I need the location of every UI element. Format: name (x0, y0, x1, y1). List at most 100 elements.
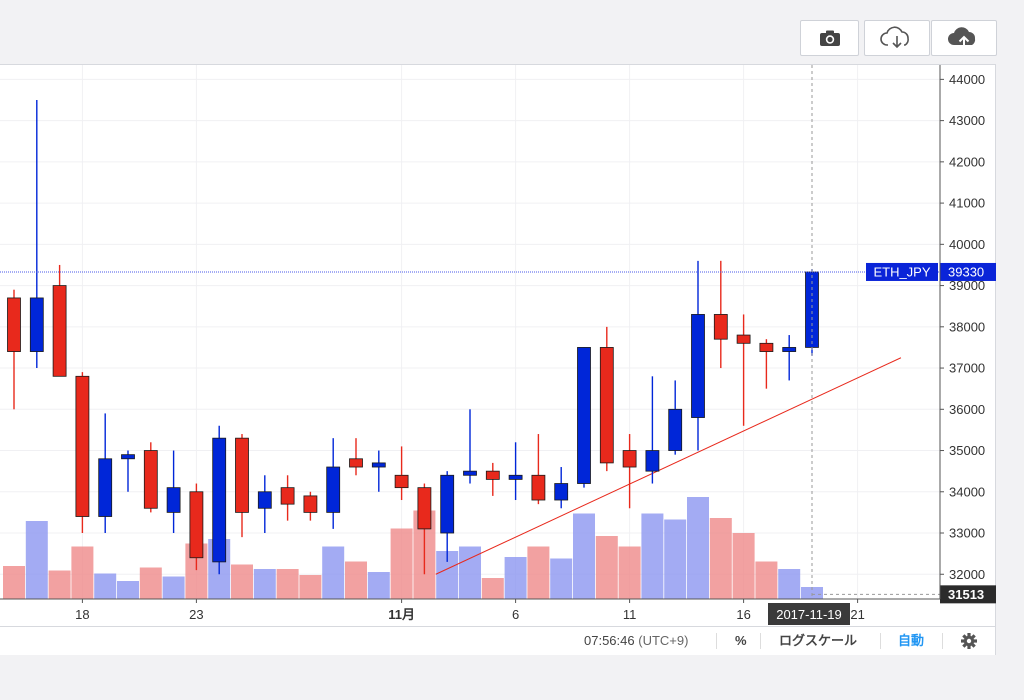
volume-bar (550, 558, 573, 599)
y-tick-label: 41000 (949, 196, 985, 211)
candle-body (645, 450, 660, 472)
price-axis[interactable]: 32000 33000 34000 35000 36000 37000 38000 39000… (939, 65, 985, 599)
volume-bar (231, 564, 253, 599)
log-scale-toggle[interactable]: ログスケール (779, 627, 857, 655)
candle-body (52, 285, 67, 377)
volume-bar (117, 581, 139, 599)
volume-bar (139, 567, 162, 599)
x-tick-label: 21 (850, 607, 864, 622)
y-tick-label: 44000 (949, 72, 985, 87)
volume-bar (664, 519, 687, 599)
cursor-date-label: 2017-11-19 (776, 607, 842, 622)
candle-body (440, 474, 455, 534)
candle-body (349, 458, 363, 468)
y-tick-label: 39000 (949, 278, 985, 293)
volume-bar (276, 569, 299, 599)
divider (716, 633, 717, 649)
volume-bar (641, 513, 664, 599)
candle-body (691, 314, 705, 418)
candle-body (326, 466, 341, 513)
x-tick-label: 16 (736, 607, 750, 622)
volume-bar (595, 536, 618, 599)
price-overlays: ETH_JPY 39330315132017-11-19 (0, 65, 996, 625)
candle-body (303, 495, 318, 513)
candle-body (736, 334, 751, 344)
load-chart-button[interactable] (864, 20, 930, 56)
y-tick-label: 38000 (949, 319, 985, 334)
x-tick-label: 11月 (388, 607, 415, 622)
save-chart-button[interactable] (931, 20, 997, 56)
settings-button[interactable] (960, 627, 978, 655)
candle-body (7, 297, 21, 352)
camera-icon (819, 30, 840, 46)
price-chart[interactable]: ETH_JPY 39330315132017-11-19 320003300034… (0, 65, 996, 627)
candle-body (212, 437, 227, 563)
candle-body (759, 342, 774, 352)
divider (760, 633, 761, 649)
volume-bar (618, 546, 641, 599)
volume-bar (527, 546, 550, 599)
volume-bar (390, 528, 413, 599)
candle-body (166, 487, 181, 513)
candle-body (508, 474, 523, 480)
volume-bar (778, 569, 801, 599)
candle-body (554, 483, 569, 501)
candle-body (417, 487, 432, 530)
volume-bar (253, 569, 276, 599)
candle-body (371, 462, 386, 468)
volume-bar (71, 546, 94, 599)
volume-bar (345, 561, 367, 599)
top-toolbar (0, 0, 1024, 64)
candle-body (98, 458, 113, 517)
grid-lines (0, 65, 940, 599)
divider (880, 633, 881, 649)
auto-scale-toggle[interactable]: 自動 (898, 627, 924, 655)
candle-body (599, 347, 614, 464)
x-tick-label: 11 (623, 607, 637, 622)
y-tick-label: 32000 (949, 567, 985, 582)
clock-time: 07:56:46 (584, 633, 635, 648)
candle-body (29, 297, 44, 352)
volume-bar (25, 521, 48, 599)
volume-bar (573, 513, 595, 599)
y-tick-label: 33000 (949, 526, 985, 541)
volume-bars (3, 497, 823, 599)
status-bar: 07:56:46 (UTC+9) % ログスケール 自動 (0, 626, 995, 655)
candle-body (257, 491, 272, 509)
y-tick-label: 37000 (949, 361, 985, 376)
chart-panel[interactable]: ETH_JPY 39330 31513 2017-11-19 32000 33000 34… (0, 64, 996, 655)
candle-body (189, 491, 204, 559)
cursor-price-label: 31513 (948, 587, 984, 602)
y-tick-label: 36000 (949, 402, 985, 417)
page-bottom (0, 655, 1024, 700)
y-tick-label: 43000 (949, 113, 985, 128)
volume-bar (162, 576, 185, 599)
percent-toggle[interactable]: % (735, 627, 747, 655)
x-tick-label: 23 (189, 607, 203, 622)
volume-bar (732, 533, 755, 599)
candle-body (622, 450, 637, 468)
volume-bar (322, 546, 345, 599)
candle-body (143, 450, 158, 509)
volume-bar (367, 572, 390, 599)
cloud-upload-icon (948, 27, 976, 48)
candle-body (235, 437, 249, 513)
volume-bar (3, 566, 25, 599)
clock-timezone: (UTC+9) (638, 633, 689, 648)
candle-body (577, 347, 591, 484)
x-tick-label: 6 (512, 607, 519, 622)
candle-body (668, 408, 683, 451)
gear-icon (961, 633, 977, 649)
y-tick-label: 35000 (949, 443, 985, 458)
cloud-download-icon (880, 26, 909, 49)
y-tick-label: 42000 (949, 154, 985, 169)
candle-body (280, 487, 295, 505)
volume-bar (709, 518, 732, 599)
symbol-label: ETH_JPY (873, 264, 930, 279)
candle-body (782, 347, 797, 352)
snapshot-button[interactable] (800, 20, 859, 56)
volume-bar (94, 573, 117, 599)
volume-bar (48, 570, 71, 599)
x-tick-label: 18 (75, 607, 89, 622)
divider (942, 633, 943, 649)
